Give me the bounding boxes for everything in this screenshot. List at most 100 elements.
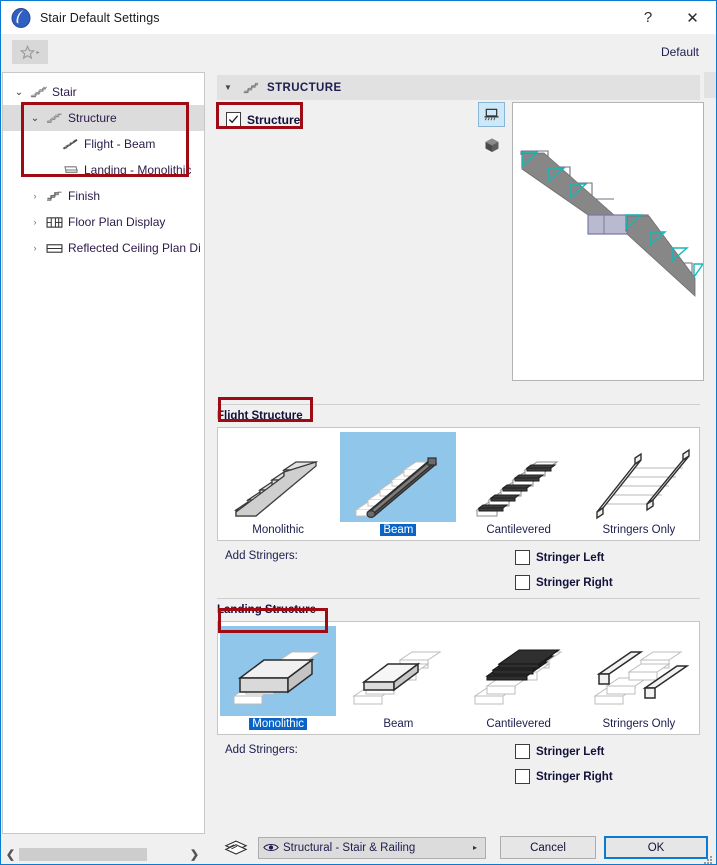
flight-structure-option-label: Cantilevered (486, 524, 551, 536)
favorites-arrow-icon: ▸ (36, 49, 40, 56)
landing-stringer-left-checkbox[interactable]: Stringer Left (515, 744, 613, 759)
sidebar-item-finish[interactable]: › Finish (3, 183, 204, 209)
flight-stringer-checkboxes: Stringer Left Stringer Right (515, 550, 613, 590)
layer-combo[interactable]: Structural - Stair & Railing ▸ (258, 836, 486, 859)
stair-icon (27, 83, 49, 101)
landing-structure-option-beam[interactable]: Beam (338, 626, 458, 732)
3d-view-icon[interactable] (478, 132, 505, 157)
help-button[interactable]: ? (627, 1, 669, 34)
scroll-left-arrow-icon[interactable]: ❮ (2, 848, 19, 861)
flight-stringer-left-checkbox[interactable]: Stringer Left (515, 550, 613, 565)
sidebar-item-label: Reflected Ceiling Plan Di (68, 241, 201, 255)
checkbox-box[interactable] (515, 575, 530, 590)
flight-structure-option-stringers-only[interactable]: Stringers Only (579, 432, 699, 538)
landing-structure-group: Landing Structure Monolithic Beam Cantil… (217, 598, 700, 792)
sidebar-item-label: Finish (68, 189, 101, 203)
stair-monolithic-icon[interactable] (220, 432, 336, 522)
sidebar-item-label: Flight - Beam (84, 137, 156, 151)
sidebar-item-flight-beam[interactable]: Flight - Beam (3, 131, 204, 157)
checkbox-label: Stringer Left (536, 745, 605, 758)
flight-structure-header: Flight Structure (217, 404, 700, 427)
sidebar-item-label: Floor Plan Display (68, 215, 166, 229)
checkbox-label: Stringer Left (536, 551, 605, 564)
stair-default-settings-dialog: Stair Default Settings ? ✕ ▸ Default ⌄ St… (0, 0, 717, 865)
preview-view-buttons (478, 102, 506, 157)
chevron-right-icon[interactable]: › (27, 191, 43, 201)
sidebar-item-label: Landing - Monolithic (84, 163, 192, 177)
structure-icon (239, 79, 263, 97)
chevron-right-icon[interactable]: › (27, 217, 43, 227)
dialog-toolbar: ▸ Default (1, 34, 716, 70)
default-label: Default (660, 45, 699, 59)
checkbox-box[interactable] (515, 550, 530, 565)
landing-add-stringers-row: Add Stringers: Stringer Left Stringer Rig… (217, 735, 700, 792)
flight-structure-label: Flight Structure (217, 410, 303, 422)
landing-structure-options: Monolithic Beam Cantilevered Stringers O… (217, 621, 700, 735)
ceiling-plan-icon (43, 239, 65, 257)
section-title: STRUCTURE (267, 81, 342, 94)
flight-structure-option-label: Stringers Only (602, 524, 676, 536)
flight-structure-option-label: Beam (380, 524, 417, 536)
sidebar-item-stair[interactable]: ⌄ Stair (3, 79, 204, 105)
chevron-down-icon[interactable]: ⌄ (11, 87, 27, 98)
landing-stringers-icon[interactable] (581, 626, 697, 716)
stair-stringers-icon[interactable] (581, 432, 697, 522)
landing-structure-option-cantilevered[interactable]: Cantilevered (459, 626, 579, 732)
landing-structure-option-label: Cantilevered (486, 718, 551, 730)
layers-icon[interactable] (223, 838, 249, 858)
sidebar-item-label: Stair (52, 85, 77, 99)
checkbox-label: Stringer Right (536, 770, 613, 783)
stair-preview[interactable] (512, 102, 704, 381)
settings-content-panel: ▼ STRUCTURE Structure Flight Structure M… (214, 72, 704, 834)
chevron-down-icon[interactable]: ▼ (217, 83, 239, 92)
close-button[interactable]: ✕ (669, 1, 716, 34)
flight-structure-option-cantilevered[interactable]: Cantilevered (459, 432, 579, 538)
layer-combo-value: Structural - Stair & Railing (283, 841, 416, 854)
sidebar-horizontal-scrollbar[interactable]: ❮ ❯ (2, 845, 203, 864)
landing-structure-option-stringers-only[interactable]: Stringers Only (579, 626, 699, 732)
content-vertical-scrollbar[interactable] (704, 72, 716, 834)
stair-preview-drawing (520, 150, 703, 297)
checkbox-box[interactable] (515, 769, 530, 784)
landing-structure-option-monolithic[interactable]: Monolithic (218, 626, 338, 732)
flight-structure-option-beam[interactable]: Beam (338, 432, 458, 538)
stair-beam-icon[interactable] (340, 432, 457, 522)
landing-structure-header: Landing Structure (217, 598, 700, 621)
sidebar-item-landing-monolithic[interactable]: Landing - Monolithic (3, 157, 204, 183)
checkbox-box[interactable] (515, 744, 530, 759)
flight-structure-options: Monolithic Beam Cantilevered Stringers O… (217, 427, 700, 541)
structure-checkbox-label: Structure (247, 112, 301, 127)
structure-section-header[interactable]: ▼ STRUCTURE (217, 75, 700, 100)
star-icon (20, 44, 36, 60)
checkbox-label: Stringer Right (536, 576, 613, 589)
chevron-down-icon[interactable]: ⌄ (27, 113, 43, 124)
landing-beam-icon[interactable] (340, 626, 456, 716)
flight-beam-icon (59, 135, 81, 153)
check-icon (228, 115, 239, 124)
landing-monolithic-icon[interactable] (220, 626, 337, 716)
landing-stringer-right-checkbox[interactable]: Stringer Right (515, 769, 613, 784)
chevron-right-icon[interactable]: › (27, 243, 43, 253)
sidebar-item-floor-plan-display[interactable]: › Floor Plan Display (3, 209, 204, 235)
resize-grip-icon[interactable] (704, 852, 713, 864)
landing-stringer-checkboxes: Stringer Left Stringer Right (515, 744, 613, 784)
content-scrollbar-thumb[interactable] (704, 72, 716, 98)
settings-tree: ⌄ Stair ⌄ Structure Flight - Beam Landing - M… (3, 73, 204, 261)
stair-cantilevered-icon[interactable] (461, 432, 577, 522)
chevron-right-icon[interactable]: ▸ (473, 843, 477, 852)
flight-stringer-right-checkbox[interactable]: Stringer Right (515, 575, 613, 590)
landing-cantilevered-icon[interactable] (461, 626, 577, 716)
checkbox-box[interactable] (226, 112, 241, 127)
scroll-right-arrow-icon[interactable]: ❯ (186, 848, 203, 861)
sidebar-item-structure[interactable]: ⌄ Structure (3, 105, 204, 131)
structure-checkbox[interactable]: Structure (226, 112, 300, 127)
cancel-button[interactable]: Cancel (500, 836, 596, 859)
dialog-footer: Structural - Stair & Railing ▸ Cancel OK (214, 832, 716, 864)
sidebar-scrollbar-thumb[interactable] (19, 848, 147, 861)
ok-button[interactable]: OK (604, 836, 708, 859)
elevation-view-icon[interactable] (478, 102, 505, 127)
favorites-button[interactable]: ▸ (12, 40, 48, 64)
flight-structure-option-monolithic[interactable]: Monolithic (218, 432, 338, 538)
sidebar-item-reflected-ceiling-plan-di[interactable]: › Reflected Ceiling Plan Di (3, 235, 204, 261)
archicad-logo-icon (10, 7, 32, 29)
